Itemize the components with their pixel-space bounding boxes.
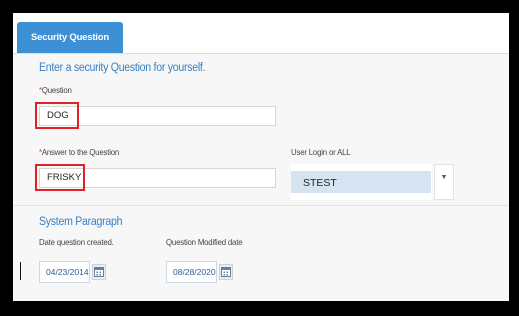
system-paragraph-section: System Paragraph Date question created. …	[13, 206, 509, 301]
answer-label: *Answer to the Question	[39, 147, 119, 157]
user-login-label: User Login or ALL	[291, 147, 351, 157]
security-question-panel: Security Question Enter a security Quest…	[13, 13, 509, 301]
user-login-dropdown-button[interactable]: ▼	[434, 164, 454, 200]
chevron-down-icon: ▼	[440, 174, 448, 181]
user-login-select[interactable]: STEST	[291, 171, 431, 193]
date-created-calendar-button[interactable]	[92, 264, 106, 280]
text-cursor	[20, 262, 21, 280]
calendar-icon	[221, 267, 231, 277]
answer-highlight-box	[35, 164, 85, 191]
tab-bar: Security Question	[13, 13, 509, 54]
system-heading: System Paragraph	[39, 216, 123, 228]
date-created-input[interactable]: 04/23/2014	[39, 261, 90, 283]
question-label-text: Question	[41, 85, 72, 95]
date-modified-calendar-button[interactable]	[219, 264, 233, 280]
date-created-label: Date question created.	[39, 237, 114, 247]
calendar-icon	[94, 267, 104, 277]
security-question-section: Enter a security Question for yourself. …	[13, 54, 509, 206]
answer-label-text: Answer to the Question	[41, 147, 120, 157]
screenshot-frame: Security Question Enter a security Quest…	[0, 0, 519, 316]
section-heading: Enter a security Question for yourself.	[39, 62, 206, 74]
tab-security-question[interactable]: Security Question	[17, 22, 123, 53]
date-modified-label: Question Modified date	[166, 237, 243, 247]
question-highlight-box	[35, 102, 79, 129]
date-modified-input[interactable]: 08/28/2020	[166, 261, 217, 283]
question-label: *Question	[39, 85, 72, 95]
